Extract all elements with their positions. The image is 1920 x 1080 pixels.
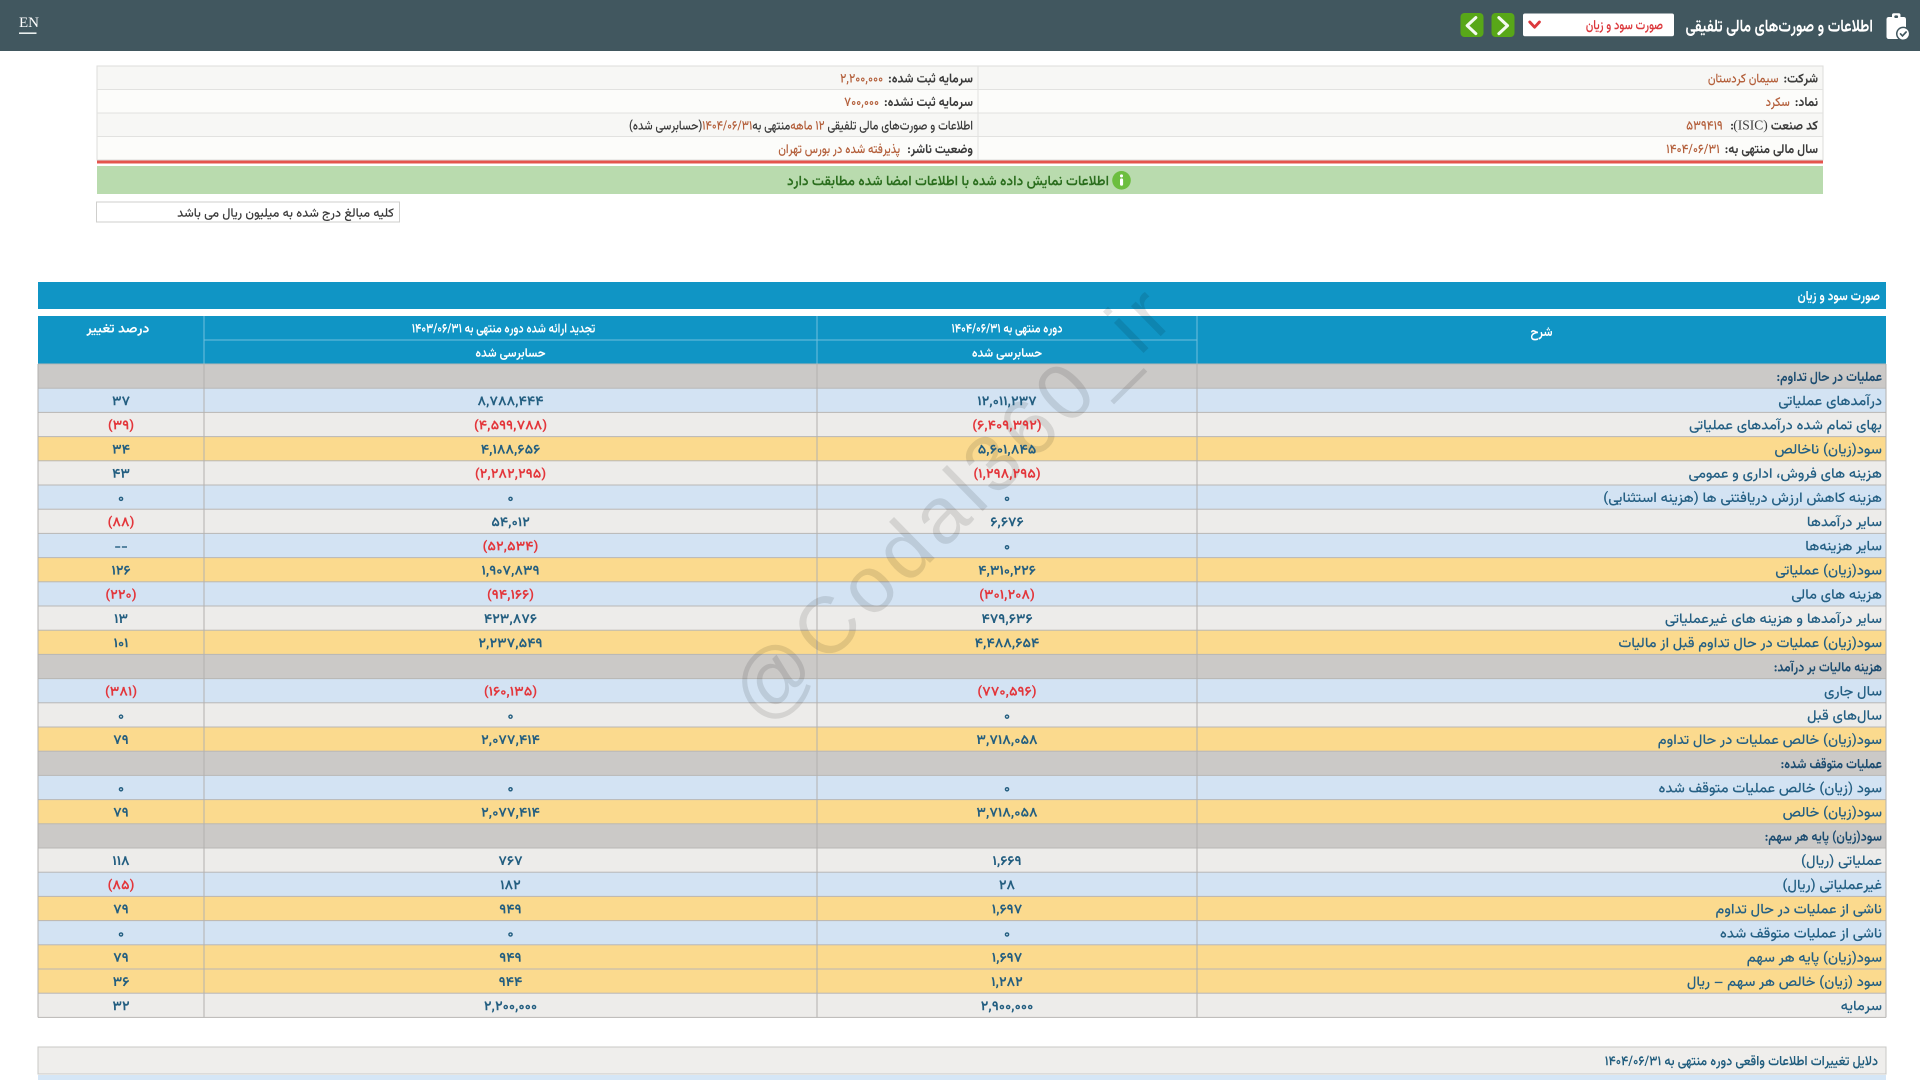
svg-text:(ISIC): (ISIC) <box>1733 118 1768 133</box>
svg-text:EN: EN <box>19 15 39 31</box>
